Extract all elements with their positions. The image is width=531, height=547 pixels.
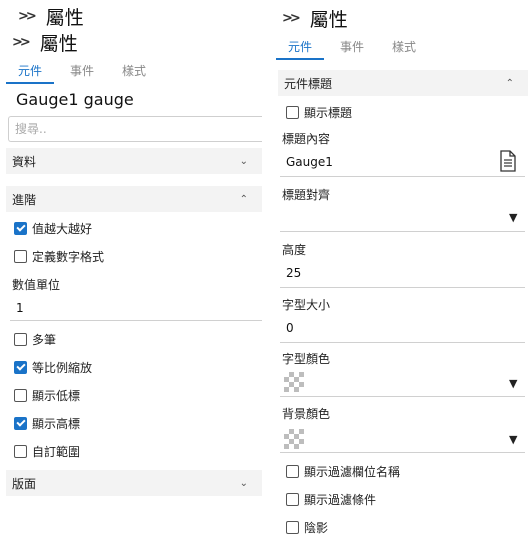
tab-component[interactable]: 元件 bbox=[288, 38, 312, 55]
panel-header-title: 屬性 bbox=[45, 7, 84, 29]
checkbox-label: 顯示過濾條件 bbox=[304, 493, 377, 507]
active-tab-indicator bbox=[276, 58, 324, 60]
font-color-swatch[interactable] bbox=[284, 372, 304, 392]
checkbox-label: 定義數字格式 bbox=[32, 250, 105, 264]
checkbox-unchecked[interactable] bbox=[286, 493, 299, 506]
checkbox-unchecked[interactable] bbox=[14, 389, 27, 402]
checkbox-unchecked[interactable] bbox=[14, 250, 27, 263]
checkbox-label: 等比例縮放 bbox=[32, 361, 93, 375]
checkbox-label: 顯示高標 bbox=[32, 417, 81, 431]
title-align-label: 標題對齊 bbox=[282, 188, 331, 202]
checkbox-unchecked[interactable] bbox=[14, 333, 27, 346]
bg-color-swatch[interactable] bbox=[284, 429, 304, 449]
section-data[interactable]: 資料 ⌄ bbox=[6, 148, 262, 174]
section-advanced-label: 進階 bbox=[12, 192, 37, 207]
checkbox-unchecked[interactable] bbox=[286, 521, 299, 534]
checkbox-higher-is-better[interactable]: 值越大越好 bbox=[14, 220, 92, 237]
dropdown-arrow-icon[interactable]: ▼ bbox=[509, 211, 517, 224]
checkbox-checked[interactable] bbox=[14, 361, 27, 374]
panel-title: 屬性 bbox=[39, 33, 78, 55]
font-color-select[interactable] bbox=[280, 396, 525, 397]
checkbox-label: 顯示低標 bbox=[32, 389, 81, 403]
title-content-label: 標題內容 bbox=[282, 132, 331, 146]
panel-title: 屬性 bbox=[309, 9, 348, 31]
chevron-down-icon: ⌄ bbox=[239, 155, 248, 167]
unit-label: 數值單位 bbox=[12, 278, 61, 292]
tab-component[interactable]: 元件 bbox=[18, 62, 42, 79]
checkbox-multi[interactable]: 多筆 bbox=[14, 331, 56, 348]
double-chevron-right-icon[interactable]: >> bbox=[282, 11, 301, 26]
checkbox-show-low[interactable]: 顯示低標 bbox=[14, 387, 80, 404]
section-layout-label: 版面 bbox=[12, 476, 37, 491]
checkbox-custom-range[interactable]: 自訂範圍 bbox=[14, 443, 80, 460]
section-component-title[interactable]: 元件標題 ⌃ bbox=[278, 70, 528, 96]
font-size-input[interactable]: 0 bbox=[286, 321, 294, 335]
checkbox-show-filter-condition[interactable]: 顯示過濾條件 bbox=[286, 491, 376, 508]
panel-header: >> 屬性 bbox=[282, 5, 348, 32]
dropdown-arrow-icon[interactable]: ▼ bbox=[509, 377, 517, 390]
checkbox-unchecked[interactable] bbox=[286, 106, 299, 119]
checkbox-checked[interactable] bbox=[14, 222, 27, 235]
tab-events[interactable]: 事件 bbox=[340, 38, 364, 55]
unit-input[interactable]: 1 bbox=[16, 301, 24, 315]
checkbox-shadow[interactable]: 陰影 bbox=[286, 519, 328, 536]
component-name: Gauge1 gauge bbox=[16, 90, 134, 109]
checkbox-show-high[interactable]: 顯示高標 bbox=[14, 415, 80, 432]
height-input-underline bbox=[280, 287, 525, 288]
font-size-input-underline bbox=[280, 342, 525, 343]
bg-color-label: 背景顏色 bbox=[282, 407, 331, 421]
search-input[interactable] bbox=[8, 116, 262, 142]
checkbox-unchecked[interactable] bbox=[286, 465, 299, 478]
font-color-label: 字型顏色 bbox=[282, 352, 331, 366]
title-content-input[interactable]: Gauge1 bbox=[286, 155, 333, 169]
chevron-up-icon: ⌃ bbox=[239, 193, 248, 205]
document-icon[interactable] bbox=[499, 150, 517, 172]
double-chevron-right-icon[interactable]: >> bbox=[18, 9, 37, 24]
height-input[interactable]: 25 bbox=[286, 266, 301, 280]
section-advanced[interactable]: 進階 ⌃ bbox=[6, 186, 262, 212]
checkbox-label: 顯示過濾欄位名稱 bbox=[304, 465, 401, 479]
height-label: 高度 bbox=[282, 243, 307, 257]
section-layout[interactable]: 版面 ⌄ bbox=[6, 470, 262, 496]
tab-bar: 元件 事件 樣式 bbox=[18, 62, 146, 79]
checkbox-proportional-scale[interactable]: 等比例縮放 bbox=[14, 359, 92, 376]
panel-header: >> 屬性 bbox=[12, 29, 78, 56]
checkbox-label: 自訂範圍 bbox=[32, 445, 81, 459]
panel-header-top: >> 屬性 bbox=[18, 3, 84, 30]
checkbox-label: 值越大越好 bbox=[32, 222, 93, 236]
tab-style[interactable]: 樣式 bbox=[122, 62, 146, 79]
section-title-label: 元件標題 bbox=[284, 76, 333, 91]
title-content-underline bbox=[280, 176, 525, 177]
tab-events[interactable]: 事件 bbox=[70, 62, 94, 79]
chevron-up-icon: ⌃ bbox=[505, 77, 514, 89]
unit-input-underline bbox=[10, 320, 262, 321]
bg-color-select[interactable] bbox=[280, 452, 525, 453]
checkbox-label: 陰影 bbox=[304, 521, 329, 535]
active-tab-indicator bbox=[6, 82, 54, 84]
checkbox-checked[interactable] bbox=[14, 417, 27, 430]
tab-style[interactable]: 樣式 bbox=[392, 38, 416, 55]
double-chevron-right-icon[interactable]: >> bbox=[12, 35, 31, 50]
checkbox-show-title[interactable]: 顯示標題 bbox=[286, 104, 352, 121]
checkbox-label: 顯示標題 bbox=[304, 106, 353, 120]
font-size-label: 字型大小 bbox=[282, 298, 331, 312]
checkbox-unchecked[interactable] bbox=[14, 445, 27, 458]
dropdown-arrow-icon[interactable]: ▼ bbox=[509, 433, 517, 446]
title-align-select[interactable] bbox=[280, 231, 525, 232]
checkbox-show-filter-field-name[interactable]: 顯示過濾欄位名稱 bbox=[286, 463, 400, 480]
chevron-down-icon: ⌄ bbox=[239, 477, 248, 489]
section-data-label: 資料 bbox=[12, 154, 37, 169]
left-properties-panel: >> 屬性 >> 屬性 元件 事件 樣式 Gauge1 gauge 資料 ⌄ 進… bbox=[0, 0, 262, 547]
right-properties-panel: >> 屬性 元件 事件 樣式 元件標題 ⌃ 顯示標題 標題內容 Gauge1 標… bbox=[276, 0, 531, 547]
tab-bar: 元件 事件 樣式 bbox=[288, 38, 416, 55]
checkbox-number-format[interactable]: 定義數字格式 bbox=[14, 248, 104, 265]
checkbox-label: 多筆 bbox=[32, 333, 57, 347]
